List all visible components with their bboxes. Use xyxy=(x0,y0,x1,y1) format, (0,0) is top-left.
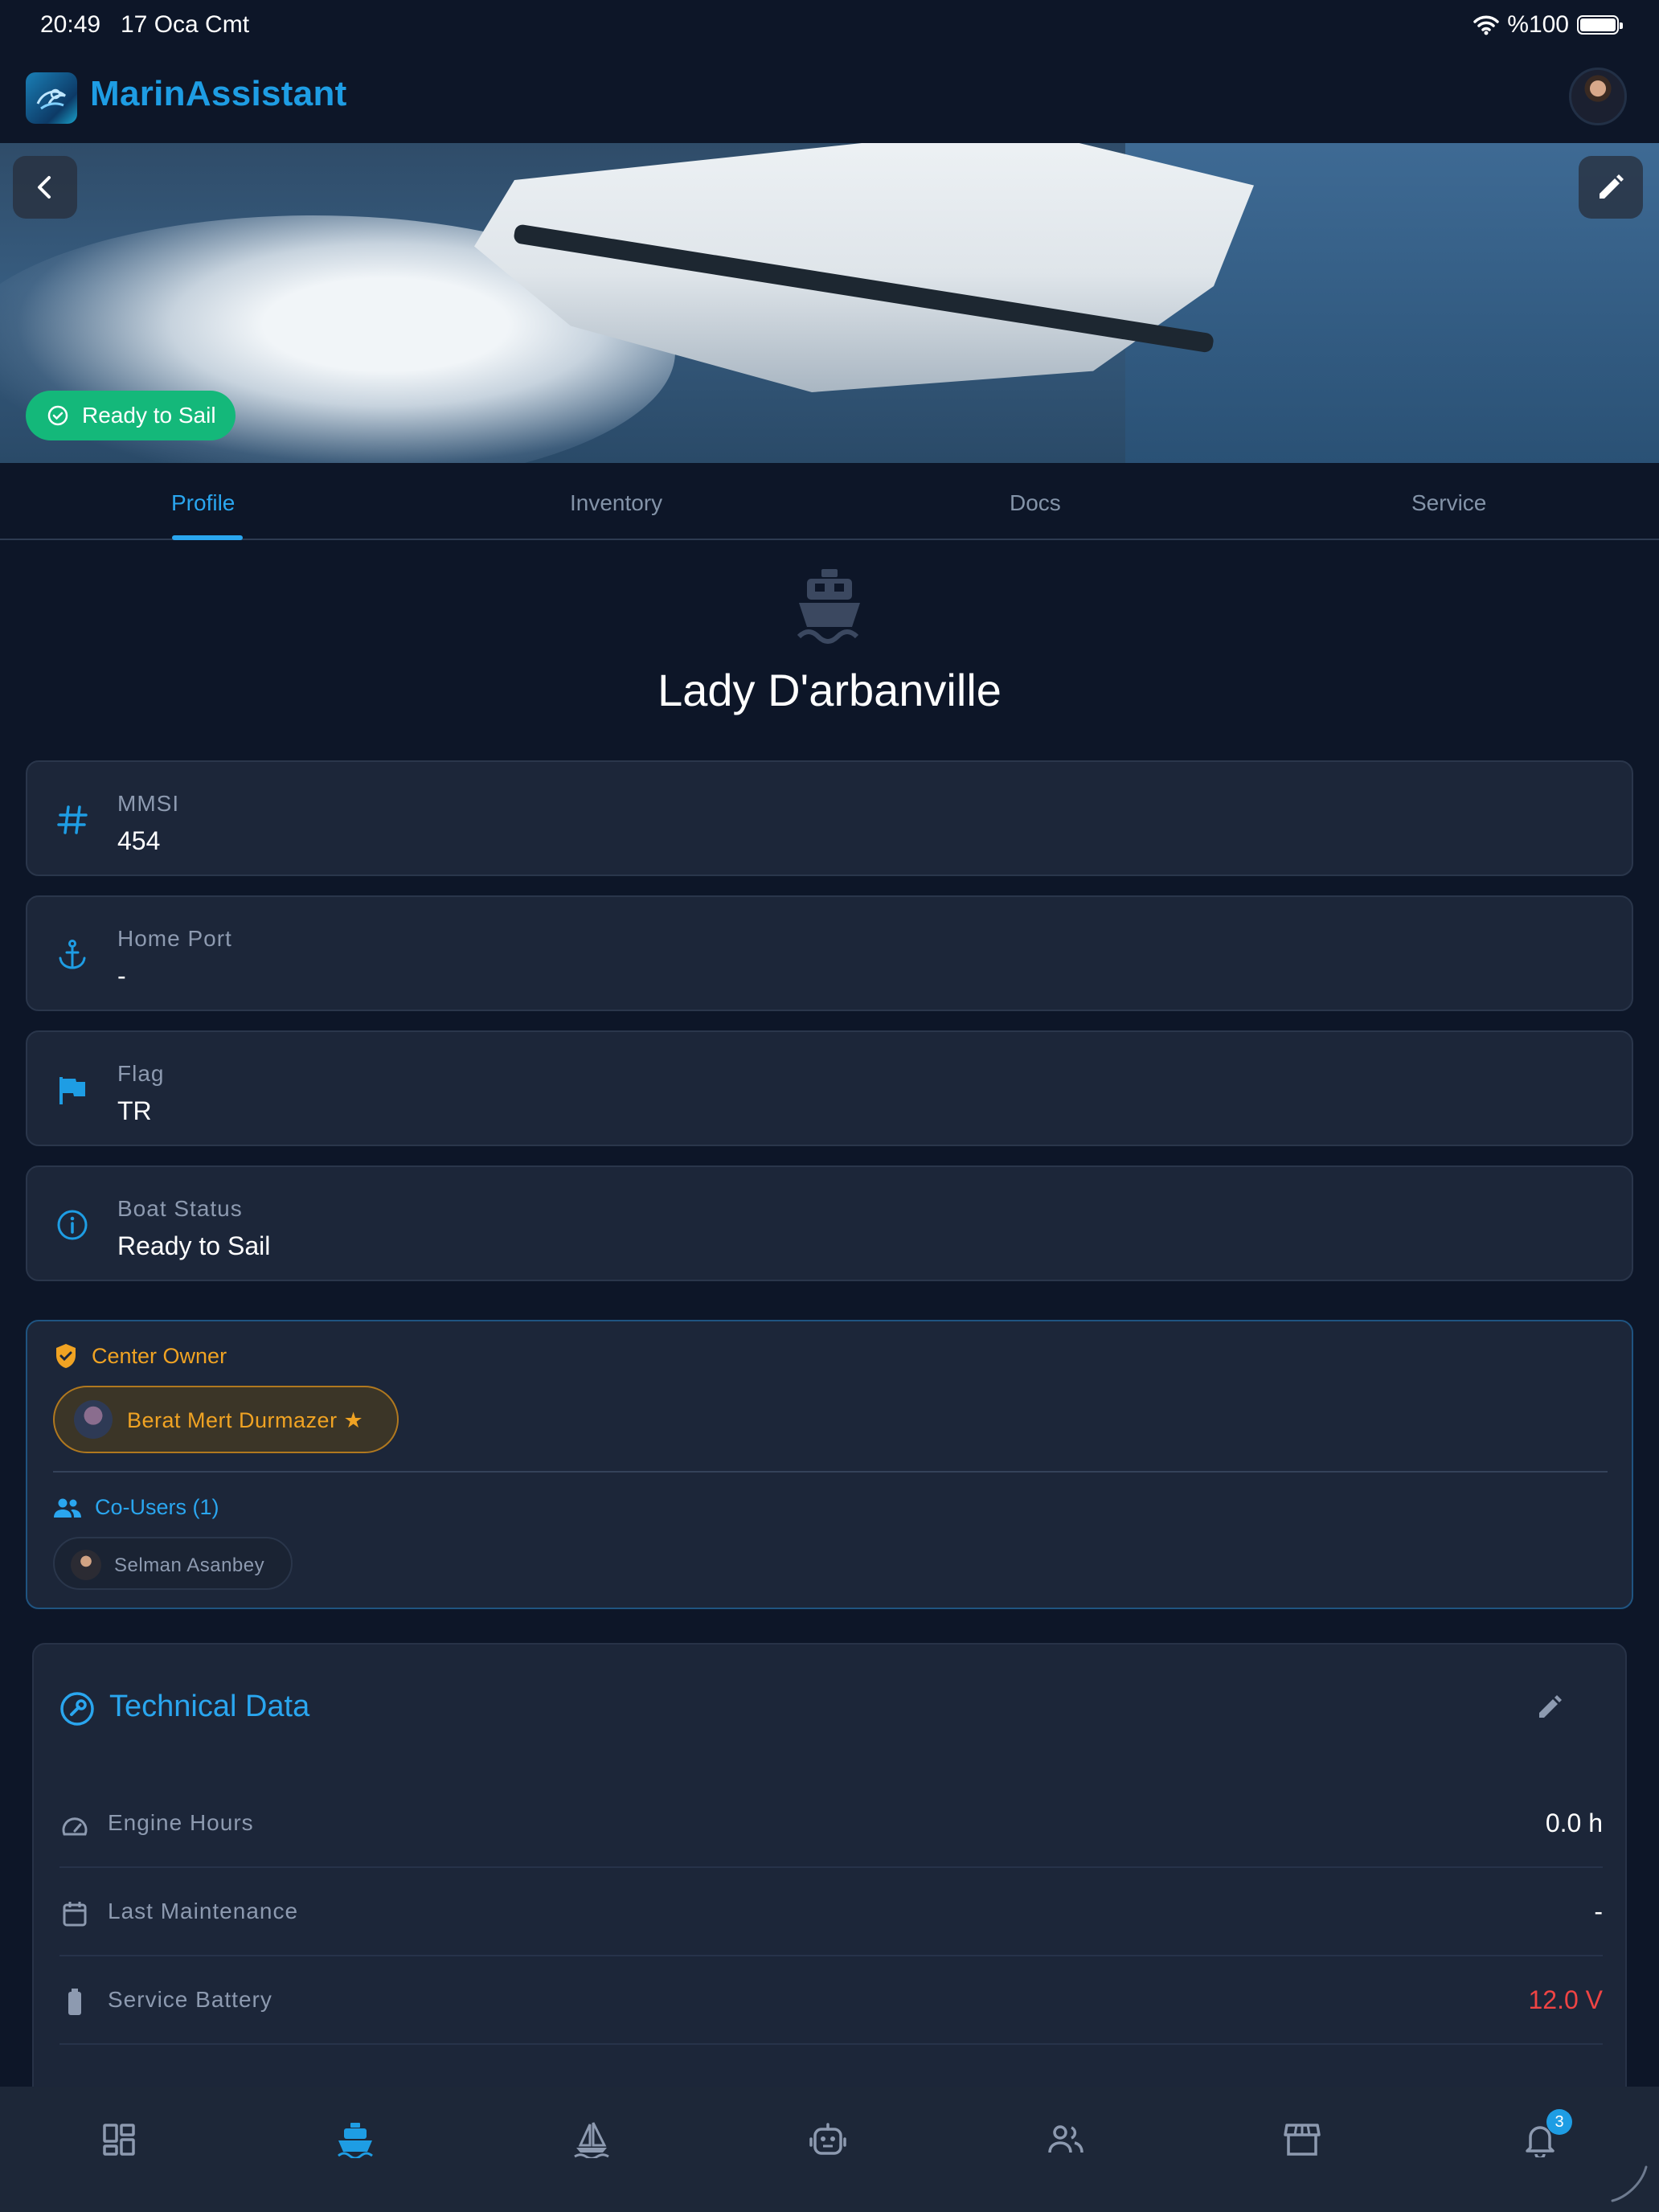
nav-sailing[interactable] xyxy=(566,2114,617,2165)
active-tab-indicator xyxy=(172,535,243,540)
app-screen: 20:49 17 Oca Cmt %100 MarinAssistant Rea… xyxy=(0,0,1659,2212)
app-title: MarinAssistant xyxy=(90,74,347,113)
info-value: Ready to Sail xyxy=(117,1231,271,1260)
boat-name: Lady D'arbanville xyxy=(657,665,1002,715)
battery-icon xyxy=(1577,15,1623,35)
owner-name: Berat Mert Durmazer ★ xyxy=(127,1408,364,1432)
pencil-icon xyxy=(1539,1695,1562,1718)
tech-label: Engine Hours xyxy=(108,1810,254,1835)
status-bar: 20:49 17 Oca Cmt %100 xyxy=(0,0,1659,51)
wifi-icon xyxy=(1473,15,1500,35)
battery-percent: %100 xyxy=(1507,11,1569,38)
tech-row-last-maintenance: Last Maintenance - xyxy=(59,1868,1603,1956)
co-user-avatar xyxy=(71,1550,101,1580)
nav-store[interactable] xyxy=(1276,2114,1328,2165)
tab-bar: Profile Inventory Docs Service xyxy=(0,463,1659,540)
robot-icon xyxy=(809,2123,846,2155)
hash-icon xyxy=(53,801,92,839)
info-label: Boat Status xyxy=(117,1196,243,1221)
check-circle-icon xyxy=(47,405,68,426)
anchor-icon xyxy=(53,936,92,974)
chevron-left-icon xyxy=(38,176,51,199)
tab-inventory[interactable]: Inventory xyxy=(570,490,662,516)
tech-label: Service Battery xyxy=(108,1987,272,2012)
people-icon xyxy=(1048,2125,1083,2153)
co-users-heading: Co-Users (1) xyxy=(53,1495,219,1520)
ship-icon xyxy=(796,569,863,649)
tech-label: Last Maintenance xyxy=(108,1899,299,1923)
people-icon xyxy=(54,1498,81,1518)
user-avatar[interactable] xyxy=(1569,68,1627,125)
pencil-icon xyxy=(1600,174,1624,199)
ready-to-sail-badge: Ready to Sail xyxy=(26,391,236,440)
info-card-mmsi: MMSI 454 xyxy=(26,760,1633,876)
info-value: 454 xyxy=(117,826,161,855)
status-indicators: %100 xyxy=(1473,11,1623,39)
center-owner-label: Center Owner xyxy=(92,1343,227,1368)
owner-avatar xyxy=(74,1400,113,1439)
co-users-label: Co-Users (1) xyxy=(95,1495,219,1519)
center-owner-chip[interactable]: Berat Mert Durmazer ★ xyxy=(53,1386,399,1453)
info-icon xyxy=(53,1206,92,1244)
nav-people[interactable] xyxy=(1040,2114,1092,2165)
technical-data-title: Technical Data xyxy=(109,1690,310,1723)
calendar-icon xyxy=(59,1899,90,1929)
nav-assistant[interactable] xyxy=(802,2114,854,2165)
wrench-circle-icon xyxy=(59,1691,95,1731)
center-owner-heading: Center Owner xyxy=(53,1342,227,1370)
flag-icon xyxy=(53,1071,92,1109)
tech-row-engine-hours: Engine Hours 0.0 h xyxy=(59,1780,1603,1868)
status-date: 17 Oca Cmt xyxy=(121,11,250,38)
edit-technical-button[interactable] xyxy=(1535,1693,1564,1726)
status-time: 20:49 xyxy=(40,11,101,38)
info-card-boat-status: Boat Status Ready to Sail xyxy=(26,1165,1633,1281)
store-icon xyxy=(1284,2124,1321,2156)
app-logo xyxy=(26,72,77,124)
gauge-icon xyxy=(59,1810,90,1841)
tab-docs[interactable]: Docs xyxy=(1010,490,1061,516)
info-label: MMSI xyxy=(117,791,180,816)
nav-boats[interactable] xyxy=(330,2114,381,2165)
co-user-chip[interactable]: Selman Asanbey xyxy=(53,1537,293,1590)
notification-count-badge: 3 xyxy=(1546,2109,1572,2135)
back-button[interactable] xyxy=(13,156,77,219)
tech-value: - xyxy=(1594,1897,1603,1926)
nav-notifications[interactable]: 3 xyxy=(1514,2109,1572,2165)
bottom-navigation: 3 xyxy=(0,2087,1659,2212)
info-value: TR xyxy=(117,1096,152,1125)
tab-service[interactable]: Service xyxy=(1411,490,1486,516)
verified-shield-icon xyxy=(56,1344,76,1368)
status-badge-label: Ready to Sail xyxy=(82,403,216,428)
tech-value: 0.0 h xyxy=(1545,1809,1603,1837)
app-header: MarinAssistant xyxy=(0,51,1659,143)
divider xyxy=(53,1471,1608,1473)
co-user-name: Selman Asanbey xyxy=(114,1555,265,1576)
tech-value: 12.0 V xyxy=(1528,1985,1603,2014)
info-label: Flag xyxy=(117,1061,165,1086)
tech-row-service-battery: Service Battery 12.0 V xyxy=(59,1956,1603,2045)
info-card-flag: Flag TR xyxy=(26,1030,1633,1146)
sailboat-icon xyxy=(574,2122,609,2158)
tab-profile[interactable]: Profile xyxy=(171,490,235,516)
ship-icon xyxy=(338,2123,373,2158)
resize-corner-icon xyxy=(1611,2165,1648,2202)
info-card-home-port: Home Port - xyxy=(26,895,1633,1011)
boat-hero-image: Ready to Sail xyxy=(0,143,1659,463)
edit-boat-button[interactable] xyxy=(1579,156,1643,219)
ownership-card: Center Owner Berat Mert Durmazer ★ Co-Us… xyxy=(26,1320,1633,1609)
info-label: Home Port xyxy=(117,926,232,951)
info-value: - xyxy=(117,961,126,990)
dashboard-icon xyxy=(103,2124,135,2156)
nav-dashboard[interactable] xyxy=(93,2114,145,2165)
battery-icon xyxy=(59,1987,90,2017)
